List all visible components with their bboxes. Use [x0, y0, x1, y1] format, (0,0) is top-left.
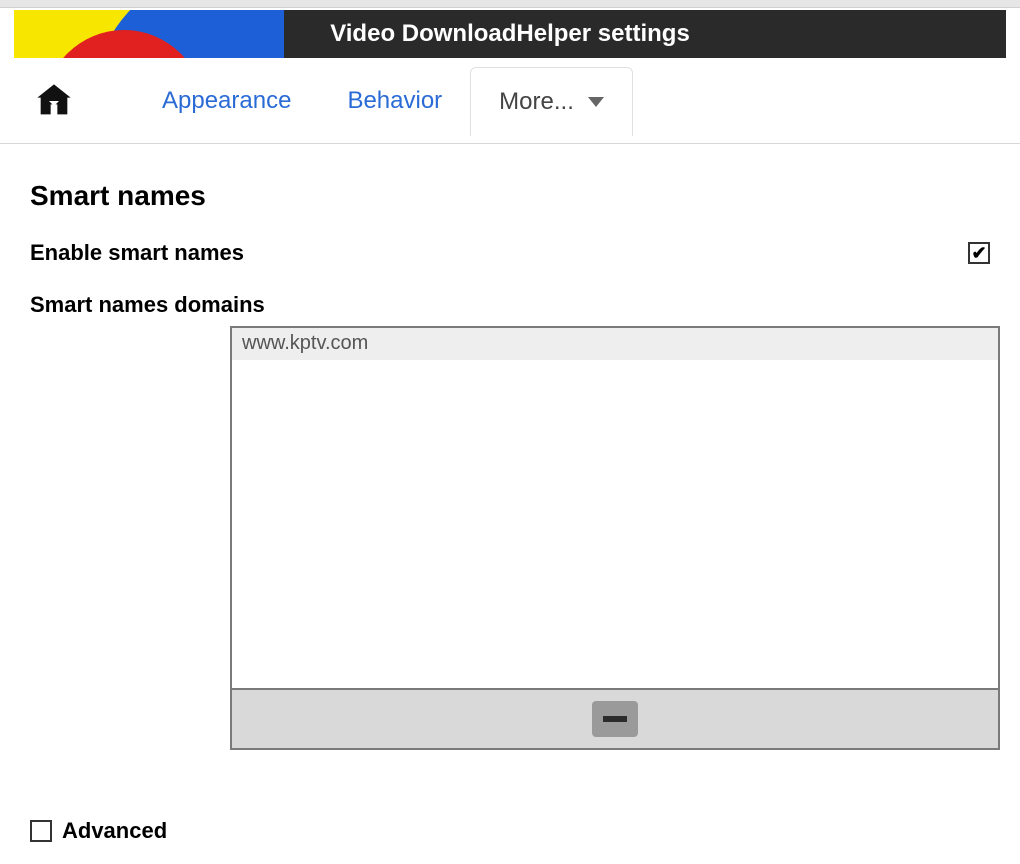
smart-names-domains-listbox[interactable]: www.kptv.com — [230, 326, 1000, 750]
smart-names-domains-items[interactable]: www.kptv.com — [232, 328, 998, 688]
list-item[interactable]: www.kptv.com — [232, 328, 998, 360]
remove-domain-button[interactable] — [592, 701, 638, 737]
minus-icon — [603, 716, 627, 722]
tab-more[interactable]: More... — [470, 67, 633, 136]
tab-behavior[interactable]: Behavior — [319, 67, 470, 135]
content: Smart names Enable smart names ✔ Smart n… — [0, 144, 1020, 750]
header-title: Video DownloadHelper settings — [330, 20, 690, 47]
advanced-checkbox[interactable] — [30, 820, 52, 842]
chevron-down-icon — [588, 97, 604, 107]
enable-smart-names-checkbox[interactable]: ✔ — [968, 242, 990, 264]
section-title: Smart names — [30, 180, 990, 212]
home-icon[interactable] — [34, 81, 74, 121]
tab-appearance[interactable]: Appearance — [134, 67, 319, 135]
advanced-label: Advanced — [62, 818, 167, 844]
enable-smart-names-row: Enable smart names ✔ — [30, 240, 990, 266]
tab-more-label: More... — [499, 88, 574, 116]
advanced-row: Advanced — [30, 818, 167, 844]
enable-smart-names-label: Enable smart names — [30, 240, 244, 266]
smart-names-domains-footer — [232, 688, 998, 748]
header-bar: Video DownloadHelper settings — [14, 10, 1006, 58]
window-top-hairline — [0, 0, 1020, 8]
tabs-row: Appearance Behavior More... — [0, 58, 1020, 144]
app-logo — [14, 10, 284, 58]
smart-names-domains-label: Smart names domains — [30, 292, 990, 318]
